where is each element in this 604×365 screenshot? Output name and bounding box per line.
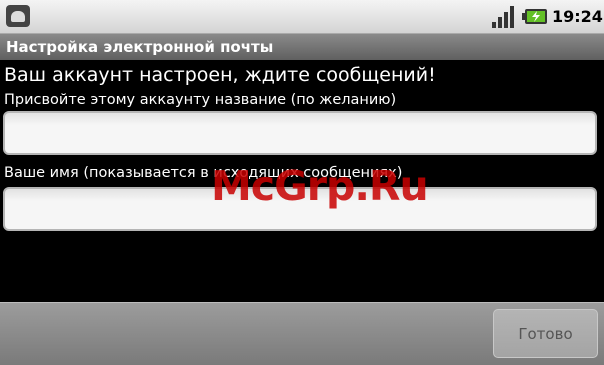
page-title: Настройка электронной почты [6,38,274,56]
android-notification-icon [6,5,30,27]
account-name-label: Присвойте этому аккаунту название (по же… [4,92,397,108]
watermark: McGrp.Ru [211,162,429,210]
bottom-button-bar: Готово [0,302,604,365]
account-name-field[interactable] [3,111,597,155]
setup-complete-message: Ваш аккаунт настроен, ждите сообщений! [4,64,436,86]
clock: 19:24 [552,7,603,26]
title-bar: Настройка электронной почты [0,33,604,61]
done-button[interactable]: Готово [493,309,598,358]
status-bar: 19:24 [0,0,604,33]
signal-strength-icon [492,6,514,28]
battery-charging-icon [522,9,547,24]
